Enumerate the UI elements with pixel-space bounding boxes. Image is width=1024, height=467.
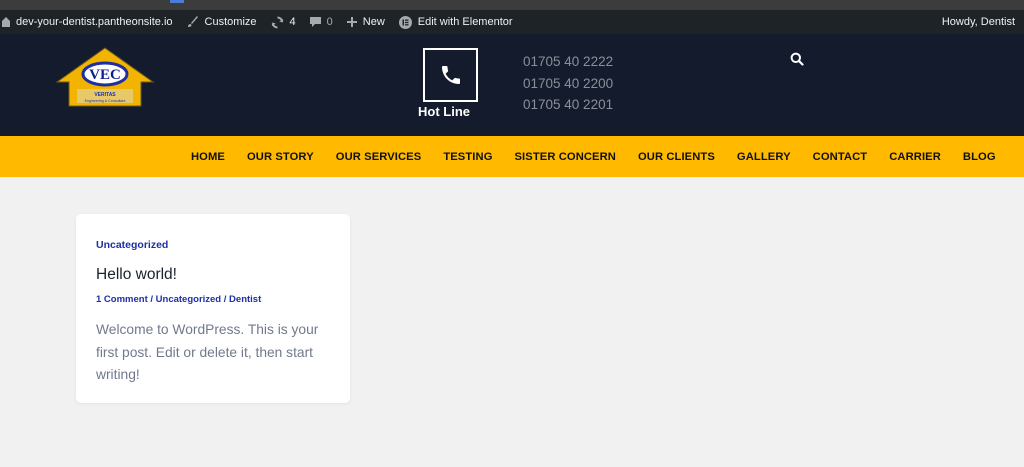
phone-icon [441, 66, 460, 84]
post-meta: 1 Comment / Uncategorized / Dentist [96, 294, 261, 305]
admin-bar-edit-elementor[interactable]: Edit with Elementor [392, 10, 520, 34]
logo-tagline: Engineering & Consultant [85, 99, 126, 103]
edit-elementor-label: Edit with Elementor [417, 16, 513, 28]
phone-number[interactable]: 01705 40 2200 [523, 73, 613, 95]
customize-label: Customize [204, 16, 257, 28]
active-tab-indicator [170, 0, 184, 3]
search-icon[interactable] [790, 52, 804, 66]
admin-bar-comments[interactable]: 0 [303, 10, 340, 34]
updates-count: 4 [289, 16, 296, 28]
post-category-link[interactable]: Uncategorized [96, 239, 168, 251]
nav-item-contact[interactable]: CONTACT [802, 151, 879, 163]
post-comments-link[interactable]: 1 Comment [96, 294, 148, 305]
nav-item-our-story[interactable]: OUR STORY [236, 151, 325, 163]
admin-bar-customize[interactable]: Customize [180, 10, 264, 34]
home-icon [2, 17, 10, 27]
post-author-link[interactable]: Dentist [229, 294, 261, 305]
nav-item-sister-concern[interactable]: SISTER CONCERN [504, 151, 627, 163]
nav-item-our-services[interactable]: OUR SERVICES [325, 151, 433, 163]
post-meta-category-link[interactable]: Uncategorized [156, 294, 221, 305]
site-name: dev-your-dentist.pantheonsite.io [16, 16, 173, 28]
nav-item-testing[interactable]: TESTING [432, 151, 503, 163]
admin-bar-account[interactable]: Howdy, Dentist [935, 10, 1022, 34]
wp-admin-bar: dev-your-dentist.pantheonsite.io Customi… [0, 10, 1024, 34]
phone-number[interactable]: 01705 40 2222 [523, 51, 613, 73]
admin-bar-site[interactable]: dev-your-dentist.pantheonsite.io [0, 10, 180, 34]
logo-text: VEC [89, 67, 121, 83]
post-excerpt: Welcome to WordPress. This is your first… [96, 322, 319, 382]
post-card: Uncategorized Hello world! 1 Comment / U… [76, 214, 350, 403]
phone-numbers: 01705 40 2222 01705 40 2200 01705 40 220… [523, 51, 613, 116]
admin-bar-updates[interactable]: 4 [264, 10, 303, 34]
elementor-icon [398, 15, 412, 29]
updates-icon [271, 16, 284, 29]
brush-icon [187, 16, 199, 28]
meta-separator: / [221, 294, 230, 305]
hotline-phone-box[interactable] [423, 48, 478, 102]
main-navigation: HOME OUR STORY OUR SERVICES TESTING SIST… [0, 136, 1024, 177]
site-header: VEC VERITAS Engineering & Consultant Hot… [0, 34, 1024, 136]
comments-count: 0 [326, 16, 333, 28]
hotline-label: Hot Line [418, 104, 470, 119]
site-logo[interactable]: VEC VERITAS Engineering & Consultant [55, 46, 155, 108]
browser-chrome-strip [0, 0, 1024, 10]
nav-item-carrier[interactable]: CARRIER [878, 151, 952, 163]
post-title[interactable]: Hello world! [96, 266, 177, 284]
meta-separator: / [147, 294, 156, 305]
comment-icon [309, 16, 321, 28]
new-label: New [362, 16, 385, 28]
nav-item-blog[interactable]: BLOG [952, 151, 1007, 163]
admin-bar-new[interactable]: New [340, 10, 392, 34]
plus-icon [346, 17, 357, 27]
nav-item-home[interactable]: HOME [180, 151, 236, 163]
nav-item-our-clients[interactable]: OUR CLIENTS [627, 151, 726, 163]
logo-graphic: VEC VERITAS Engineering & Consultant [55, 47, 155, 107]
nav-item-gallery[interactable]: GALLERY [726, 151, 802, 163]
phone-number[interactable]: 01705 40 2201 [523, 94, 613, 116]
logo-subtitle: VERITAS [94, 92, 116, 98]
